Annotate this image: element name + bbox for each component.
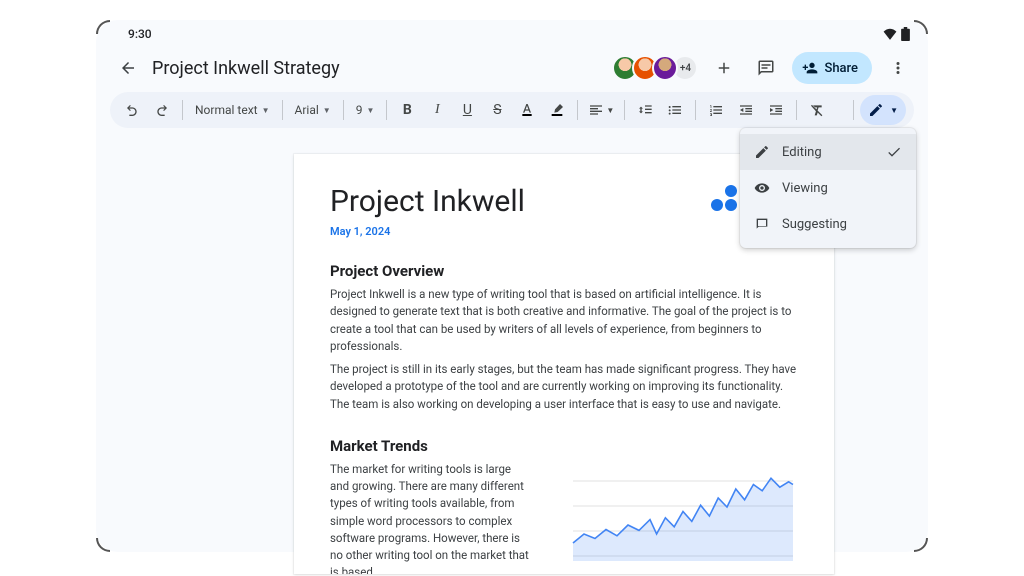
clock: 9:30	[128, 27, 152, 41]
number-list-button[interactable]	[702, 96, 730, 124]
trend-chart	[548, 461, 798, 571]
doc-date: May 1, 2024	[330, 225, 798, 238]
strikethrough-button[interactable]: S	[483, 96, 511, 124]
number-list-icon	[708, 102, 724, 118]
doc-heading-2: Market Trends	[330, 437, 798, 455]
document-title[interactable]: Project Inkwell Strategy	[152, 58, 340, 79]
align-icon	[588, 102, 604, 118]
editing-mode-chip[interactable]: ▼	[860, 95, 906, 125]
indent-decrease-button[interactable]	[732, 96, 760, 124]
battery-icon	[901, 27, 910, 41]
add-button[interactable]	[708, 52, 740, 84]
highlight-icon	[549, 102, 565, 118]
comments-button[interactable]	[750, 52, 782, 84]
doc-paragraph: The market for writing tools is large an…	[330, 461, 530, 574]
doc-heading-2: Project Overview	[330, 262, 798, 280]
italic-button[interactable]: I	[423, 96, 451, 124]
style-select[interactable]: Normal text▼	[189, 96, 276, 124]
eye-icon	[754, 180, 770, 196]
clear-format-icon	[809, 102, 825, 118]
doc-paragraph: Project Inkwell is a new type of writing…	[330, 286, 798, 355]
frame-corner	[96, 538, 110, 552]
align-button[interactable]: ▼	[584, 96, 618, 124]
underline-button[interactable]: U	[453, 96, 481, 124]
highlight-button[interactable]	[543, 96, 571, 124]
wifi-icon	[883, 28, 897, 40]
share-label: Share	[824, 61, 858, 76]
clear-format-button[interactable]	[803, 96, 831, 124]
indent-increase-button[interactable]	[762, 96, 790, 124]
undo-button[interactable]	[118, 96, 146, 124]
bold-button[interactable]: B	[393, 96, 421, 124]
suggest-icon	[754, 216, 770, 232]
back-button[interactable]	[114, 54, 142, 82]
comment-icon	[757, 59, 775, 77]
share-button[interactable]: Share	[792, 52, 872, 84]
frame-corner	[914, 538, 928, 552]
plus-icon	[715, 59, 733, 77]
line-spacing-icon	[637, 102, 653, 118]
pencil-icon	[754, 144, 770, 160]
person-add-icon	[802, 60, 818, 76]
font-select[interactable]: Arial▼	[289, 96, 337, 124]
font-size-select[interactable]: 9▼	[350, 96, 381, 124]
bullet-list-icon	[667, 102, 683, 118]
editing-mode-menu: Editing Viewing Suggesting	[740, 128, 916, 248]
collaborator-avatars[interactable]: +4	[618, 55, 698, 81]
menu-item-viewing[interactable]: Viewing	[740, 170, 916, 206]
line-spacing-button[interactable]	[631, 96, 659, 124]
text-color-button[interactable]	[513, 96, 541, 124]
bullet-list-button[interactable]	[661, 96, 689, 124]
check-icon	[886, 144, 902, 160]
avatar[interactable]	[652, 55, 678, 81]
menu-item-suggesting[interactable]: Suggesting	[740, 206, 916, 242]
indent-decrease-icon	[738, 102, 754, 118]
arrow-left-icon	[119, 59, 137, 77]
more-vert-icon	[889, 59, 907, 77]
menu-item-editing[interactable]: Editing	[740, 134, 916, 170]
format-toolbar: Normal text▼ Arial▼ 9▼ B I U S ▼	[110, 92, 914, 128]
redo-icon	[154, 102, 170, 118]
more-button[interactable]	[882, 52, 914, 84]
undo-icon	[124, 102, 140, 118]
status-bar: 9:30	[96, 20, 928, 48]
doc-paragraph: The project is still in its early stages…	[330, 361, 798, 413]
text-color-icon	[519, 102, 535, 118]
redo-button[interactable]	[148, 96, 176, 124]
indent-increase-icon	[768, 102, 784, 118]
pencil-icon	[868, 102, 884, 118]
